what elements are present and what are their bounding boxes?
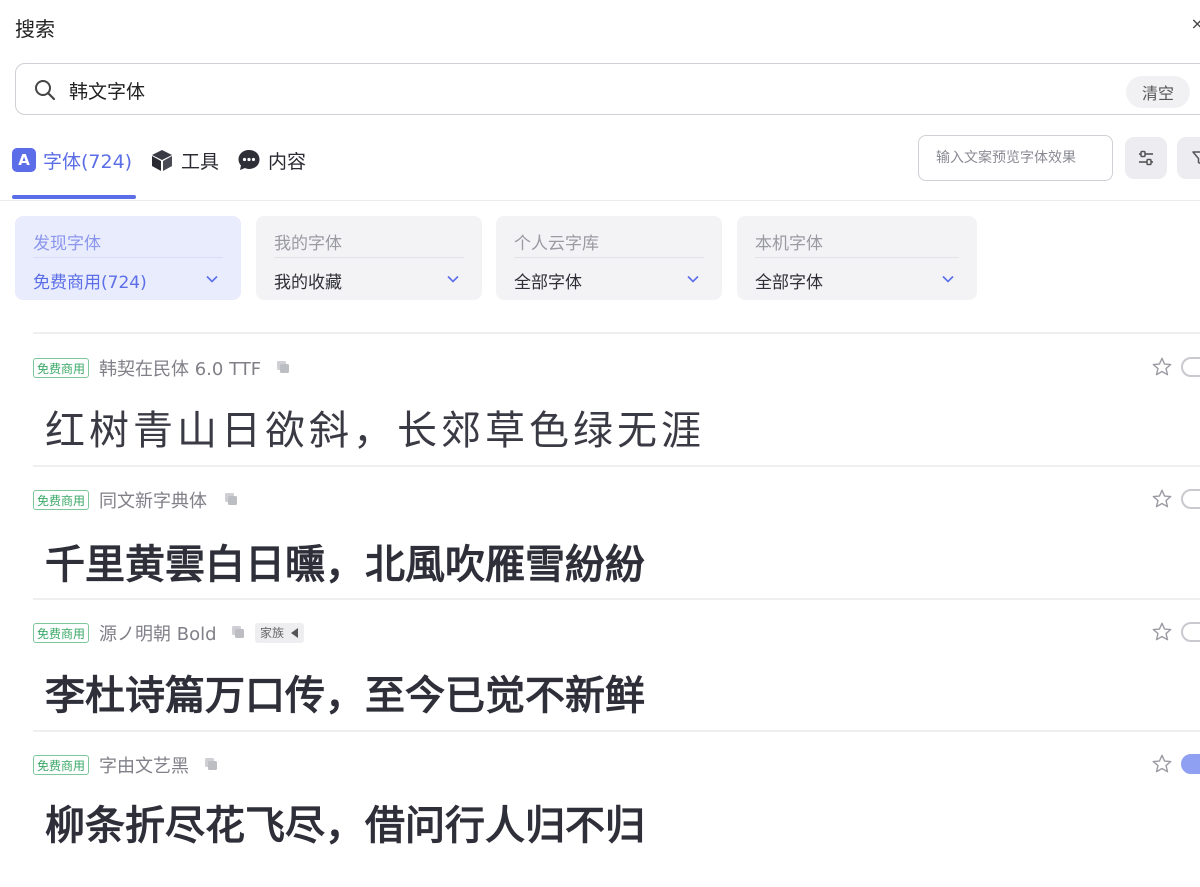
caret-left-icon bbox=[291, 628, 299, 638]
font-preview-text: 千里黄雲白日曛，北風吹雁雪紛紛 bbox=[45, 541, 645, 588]
page-title: 搜索 bbox=[15, 17, 55, 41]
sliders-icon bbox=[1139, 150, 1153, 166]
filter-card-local[interactable]: 本机字体 全部字体 bbox=[737, 216, 977, 300]
filter-card-discover[interactable]: 发现字体 免费商用(724) bbox=[15, 216, 241, 300]
copy-icon[interactable] bbox=[231, 625, 245, 639]
filter-card-value: 我的收藏 bbox=[274, 273, 342, 293]
font-name: 字由文艺黑 bbox=[99, 756, 189, 777]
tab-tools[interactable]: 工具 bbox=[150, 144, 219, 176]
divider bbox=[0, 200, 1200, 201]
chevron-down-icon bbox=[687, 275, 699, 283]
filter-card-value: 免费商用(724) bbox=[33, 273, 147, 293]
star-icon[interactable] bbox=[1151, 488, 1173, 510]
chevron-down-icon bbox=[447, 275, 459, 283]
search-icon bbox=[35, 80, 56, 101]
divider bbox=[274, 257, 464, 258]
toggle-switch[interactable] bbox=[1181, 754, 1200, 774]
a-letter-icon: A bbox=[12, 148, 36, 172]
font-list-item[interactable]: 免费商用 源ノ明朝 Bold 家族 李杜诗篇万口传，至今已觉不新鲜 bbox=[0, 621, 1200, 755]
tab-fonts-label: 字体(724) bbox=[43, 150, 133, 173]
family-tag-label: 家族 bbox=[260, 626, 285, 640]
chat-bubble-icon bbox=[238, 150, 260, 170]
filter-card-value: 全部字体 bbox=[755, 273, 823, 293]
active-tab-indicator bbox=[12, 195, 136, 199]
filter-card-label: 本机字体 bbox=[755, 234, 823, 254]
family-tag[interactable]: 家族 bbox=[255, 623, 305, 643]
cube-icon bbox=[152, 150, 172, 171]
copy-icon[interactable] bbox=[276, 360, 290, 374]
divider bbox=[514, 257, 704, 258]
copy-icon[interactable] bbox=[204, 757, 218, 771]
font-list-item[interactable]: 免费商用 字由文艺黑 柳条折尽花飞尽，借问行人归不归 bbox=[0, 753, 1200, 887]
tab-content[interactable]: 内容 bbox=[237, 144, 306, 176]
divider bbox=[33, 332, 1200, 334]
font-name: 韩契在民体 6.0 TTF bbox=[99, 359, 262, 380]
font-name: 源ノ明朝 Bold bbox=[99, 624, 217, 645]
free-commercial-badge: 免费商用 bbox=[33, 755, 90, 775]
star-icon[interactable] bbox=[1151, 753, 1173, 775]
font-name: 同文新字典体 bbox=[99, 491, 207, 512]
divider bbox=[33, 598, 1200, 600]
filter-button[interactable] bbox=[1177, 137, 1200, 179]
tab-content-label: 内容 bbox=[268, 150, 307, 173]
font-preview-text: 李杜诗篇万口传，至今已觉不新鲜 bbox=[45, 672, 645, 719]
filter-card-my-fonts[interactable]: 我的字体 我的收藏 bbox=[256, 216, 482, 300]
filter-card-label: 我的字体 bbox=[274, 234, 342, 254]
tab-fonts[interactable]: A 字体(724) bbox=[12, 144, 132, 176]
search-input[interactable] bbox=[69, 74, 1069, 106]
chevron-down-icon bbox=[942, 275, 954, 283]
divider bbox=[33, 730, 1200, 732]
tab-tools-label: 工具 bbox=[181, 150, 220, 173]
divider bbox=[33, 257, 223, 258]
free-commercial-badge: 免费商用 bbox=[33, 623, 90, 643]
free-commercial-badge: 免费商用 bbox=[33, 358, 90, 378]
copy-icon[interactable] bbox=[224, 492, 238, 506]
free-commercial-badge: 免费商用 bbox=[33, 490, 90, 510]
filter-card-label: 发现字体 bbox=[33, 234, 101, 254]
close-icon[interactable]: × bbox=[1191, 14, 1200, 33]
font-list-item[interactable]: 免费商用 同文新字典体 千里黄雲白日曛，北風吹雁雪紛紛 bbox=[0, 488, 1200, 622]
star-icon[interactable] bbox=[1151, 621, 1173, 643]
toggle-switch[interactable] bbox=[1181, 622, 1200, 642]
divider bbox=[33, 465, 1200, 467]
filter-icon bbox=[1192, 151, 1200, 165]
search-bar[interactable]: 清空 bbox=[15, 63, 1200, 115]
filter-card-value: 全部字体 bbox=[514, 273, 582, 293]
chevron-down-icon bbox=[206, 275, 218, 283]
font-list-item[interactable]: 免费商用 韩契在民体 6.0 TTF 红树青山日欲斜，长郊草色绿无涯 bbox=[0, 356, 1200, 490]
preview-text-input[interactable] bbox=[918, 135, 1113, 181]
font-preview-text: 柳条折尽花飞尽，借问行人归不归 bbox=[45, 803, 645, 849]
adjust-button[interactable] bbox=[1125, 137, 1167, 179]
filter-card-label: 个人云字库 bbox=[514, 234, 599, 254]
divider bbox=[755, 257, 959, 258]
toggle-switch[interactable] bbox=[1181, 489, 1200, 509]
star-icon[interactable] bbox=[1151, 356, 1173, 378]
filter-card-cloud[interactable]: 个人云字库 全部字体 bbox=[496, 216, 722, 300]
font-preview-text: 红树青山日欲斜，长郊草色绿无涯 bbox=[45, 408, 705, 454]
clear-button[interactable]: 清空 bbox=[1126, 76, 1190, 108]
toggle-switch[interactable] bbox=[1181, 357, 1200, 377]
